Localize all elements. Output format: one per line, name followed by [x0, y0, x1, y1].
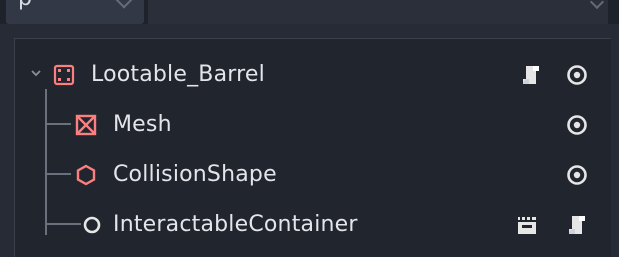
tree-item-label: InteractableContainer — [113, 212, 358, 237]
node-circle-icon — [83, 216, 101, 234]
spatial-node-icon — [53, 64, 75, 86]
tab-menu-icon — [115, 0, 133, 9]
dock-tab-bar: p — [0, 0, 619, 24]
collision-shape-icon — [76, 164, 96, 186]
tree-item-mesh[interactable]: Mesh — [15, 99, 611, 149]
tree-item-collision-shape[interactable]: CollisionShape — [15, 149, 611, 199]
visibility-eye-icon[interactable] — [565, 163, 589, 187]
visibility-eye-icon[interactable] — [565, 63, 589, 87]
tab-scene[interactable]: p — [6, 0, 144, 24]
tree-item-label: Mesh — [113, 112, 172, 137]
tab-bar-filler — [148, 0, 608, 24]
fold-arrow-icon[interactable] — [31, 68, 41, 78]
dropdown-icon[interactable] — [589, 0, 605, 10]
script-icon[interactable] — [519, 63, 543, 87]
visibility-eye-icon[interactable] — [565, 113, 589, 137]
tree-item-lootable-barrel[interactable]: Lootable_Barrel — [15, 49, 611, 99]
scene-instance-icon[interactable] — [515, 213, 539, 237]
mesh-instance-icon — [75, 114, 97, 136]
tab-scene-label: p — [18, 0, 32, 11]
tree-item-label: Lootable_Barrel — [91, 62, 265, 87]
tree-item-interactable-container[interactable]: InteractableContainer — [15, 199, 611, 249]
scene-dock: p Lootable_Barrel — [0, 0, 619, 257]
script-icon[interactable] — [565, 213, 589, 237]
tree-item-label: CollisionShape — [113, 162, 277, 187]
scene-tree: Lootable_Barrel Mesh CollisionShape Inte… — [14, 38, 611, 257]
